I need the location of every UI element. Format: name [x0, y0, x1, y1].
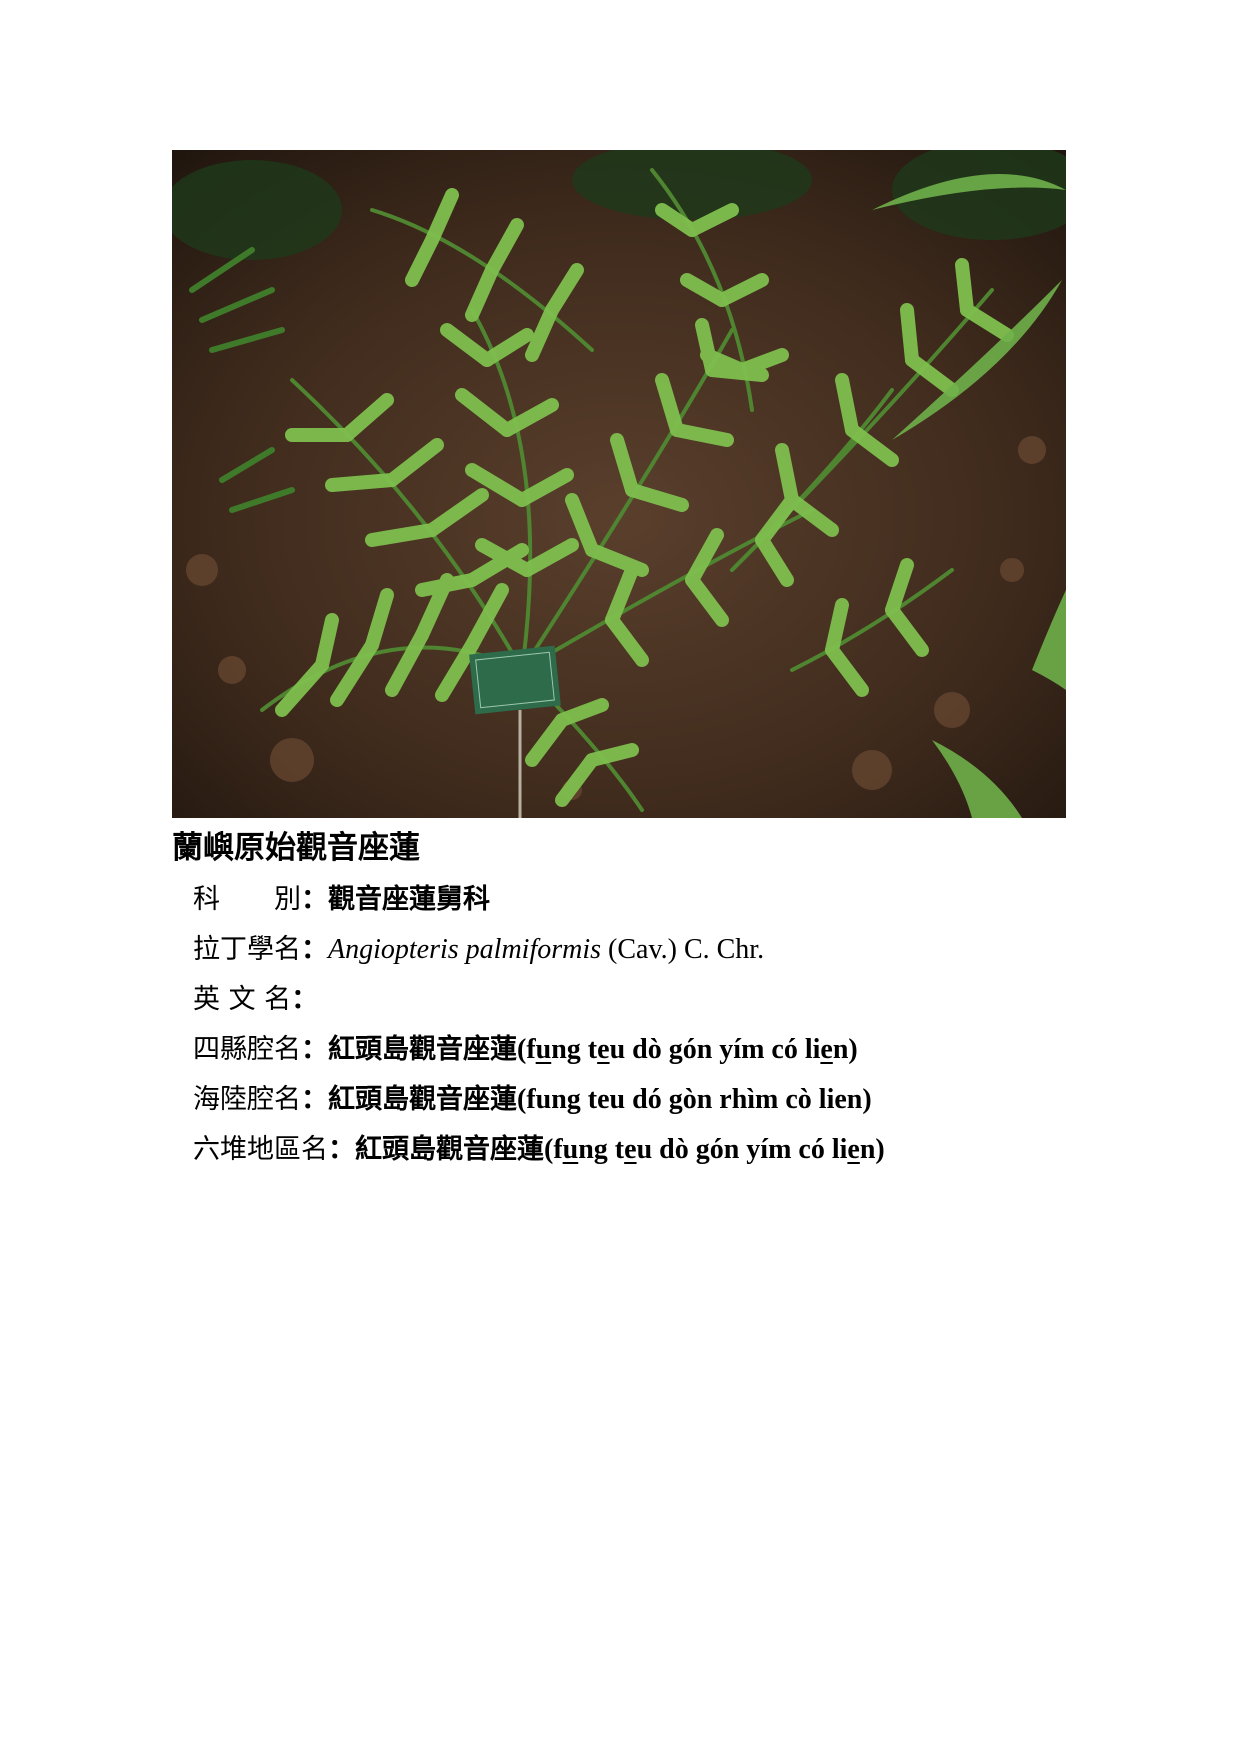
liudui-han: 紅頭島觀音座蓮	[355, 1134, 544, 1165]
document-page: 蘭嶼原始觀音座蓮 科 別：觀音座蓮舅科 拉丁學名：Angiopteris pal…	[0, 0, 1241, 1755]
latin-author: (Cav.) C. Chr.	[601, 934, 765, 965]
english-colon: ：	[291, 984, 319, 1015]
sixian-colon: ：	[301, 1034, 328, 1065]
liudui-romanization: (fung teu dò gón yím có lien)	[544, 1134, 885, 1165]
liudui-label: 六堆地區名	[193, 1134, 328, 1165]
family-value: 觀音座蓮舅科	[328, 884, 490, 915]
hailu-romanization: (fung teu dó gòn rhìm cò lien)	[517, 1084, 872, 1115]
sixian-label: 四縣腔名	[193, 1034, 301, 1065]
fern-photo	[172, 150, 1066, 818]
hailu-label: 海陸腔名	[193, 1084, 301, 1115]
latin-name: Angiopteris palmiformis	[328, 934, 602, 965]
liudui-row: 六堆地區名：紅頭島觀音座蓮(fung teu dò gón yím có lie…	[193, 1125, 885, 1175]
sixian-han: 紅頭島觀音座蓮	[328, 1034, 517, 1065]
family-row: 科 別：觀音座蓮舅科	[193, 875, 885, 925]
hailu-han: 紅頭島觀音座蓮	[328, 1084, 517, 1115]
sixian-row: 四縣腔名：紅頭島觀音座蓮(fung teu dò gón yím có lien…	[193, 1025, 885, 1075]
family-label: 科 別	[193, 884, 301, 915]
sixian-romanization: (fung teu dò gón yím có lien)	[517, 1034, 858, 1065]
plant-title: 蘭嶼原始觀音座蓮	[172, 830, 420, 866]
latin-colon: ：	[301, 934, 328, 965]
plant-info: 科 別：觀音座蓮舅科 拉丁學名：Angiopteris palmiformis …	[193, 875, 885, 1175]
latin-label: 拉丁學名	[193, 934, 301, 965]
hailu-row: 海陸腔名：紅頭島觀音座蓮(fung teu dó gòn rhìm cò lie…	[193, 1075, 885, 1125]
english-row: 英 文 名：	[193, 975, 885, 1025]
liudui-colon: ：	[328, 1134, 355, 1165]
latin-row: 拉丁學名：Angiopteris palmiformis (Cav.) C. C…	[193, 925, 885, 975]
family-colon: ：	[301, 884, 328, 915]
english-label: 英 文 名	[193, 984, 292, 1015]
hailu-colon: ：	[301, 1084, 328, 1115]
